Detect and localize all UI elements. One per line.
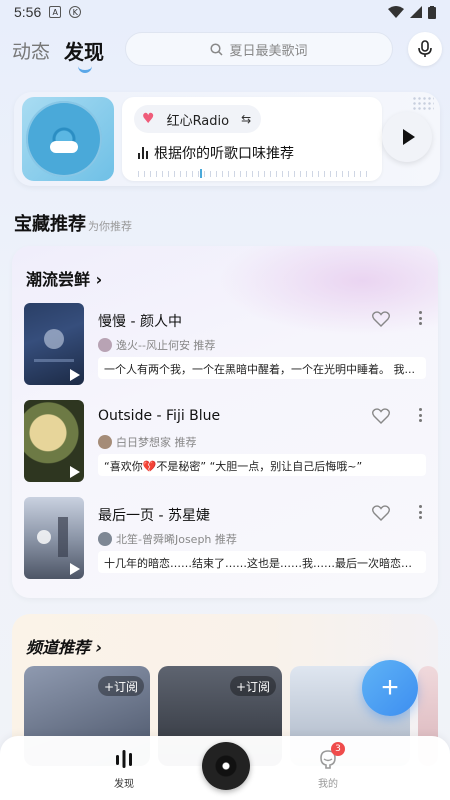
play-icon <box>70 563 80 575</box>
search-icon <box>210 42 224 56</box>
section-title: 宝藏推荐 <box>14 214 86 235</box>
search-input[interactable]: 夏日最美歌词 <box>125 32 393 66</box>
battery-icon <box>428 5 436 19</box>
nav-discover[interactable]: 发现 <box>94 748 154 790</box>
add-fab-button[interactable]: + <box>362 660 418 716</box>
trend-title[interactable]: 潮流尝鲜 › <box>26 266 102 290</box>
more-options-icon[interactable] <box>418 505 422 519</box>
radio-subtitle: 根据你的听歌口味推荐 <box>138 143 294 163</box>
more-options-icon[interactable] <box>418 408 422 422</box>
sound-bars-icon <box>138 147 148 159</box>
radio-info-panel: ♥ 红心Radio ⇆ 根据你的听歌口味推荐 <box>122 97 382 181</box>
status-bar: 5:56 A K <box>0 0 450 24</box>
play-icon <box>70 466 80 478</box>
radio-mode-chip[interactable]: ♥ 红心Radio ⇆ <box>134 105 262 133</box>
chevron-right-icon: › <box>95 270 103 289</box>
song-title: 最后一页 - 苏星婕 <box>98 508 210 524</box>
voice-search-button[interactable] <box>408 32 442 66</box>
chevron-right-icon: › <box>95 638 103 657</box>
recommender: 白日梦想家 推荐 <box>98 434 197 450</box>
nav-discover-label: 发现 <box>114 779 134 790</box>
clock: 5:56 <box>14 4 42 20</box>
song-item[interactable]: 慢慢 - 颜人中 逸火--风止何安 推荐 一个人有两个我，一个在黑暗中醒着，一个… <box>24 303 428 385</box>
discover-icon <box>116 750 132 768</box>
now-playing-vinyl-button[interactable] <box>202 742 250 790</box>
status-icons <box>388 5 436 19</box>
recommender-text: 逸火--风止何安 推荐 <box>116 339 216 352</box>
recommender: 逸火--风止何安 推荐 <box>98 337 215 353</box>
signal-icon <box>410 6 422 18</box>
tab-dynamic[interactable]: 动态 <box>12 37 50 64</box>
dot-pattern <box>412 96 434 112</box>
progress-ticks <box>138 169 368 178</box>
recommender-text: 北笙-曾舜晞Joseph 推荐 <box>116 533 237 546</box>
heart-radio-card[interactable]: ♥ 红心Radio ⇆ 根据你的听歌口味推荐 <box>14 92 440 186</box>
avatar <box>98 435 112 449</box>
radio-chip-label: 红心Radio <box>166 113 230 129</box>
song-cover[interactable] <box>24 303 84 385</box>
app-k-icon: K <box>69 6 82 18</box>
song-title: 慢慢 - 颜人中 <box>98 314 182 330</box>
song-quote: 十几年的暗恋……结束了……这也是……我……最后一次暗恋了…… <box>98 551 426 573</box>
avatar <box>98 532 112 546</box>
avatar <box>98 338 112 352</box>
wifi-icon <box>388 6 404 18</box>
subscribe-button[interactable]: +订阅 <box>97 676 144 696</box>
recommender: 北笙-曾舜晞Joseph 推荐 <box>98 531 237 547</box>
play-icon <box>402 129 415 145</box>
cloud-graphic <box>50 141 78 153</box>
section-subtitle: 为你推荐 <box>88 220 132 233</box>
channel-title[interactable]: 频道推荐 › <box>26 634 102 658</box>
more-options-icon[interactable] <box>418 311 422 325</box>
song-quote: 一个人有两个我，一个在黑暗中醒着，一个在光明中睡着。 我... <box>98 357 426 379</box>
radio-subtitle-text: 根据你的听歌口味推荐 <box>154 146 294 162</box>
song-cover[interactable] <box>24 497 84 579</box>
swap-icon[interactable]: ⇆ <box>241 112 251 126</box>
heart-icon: ♥ <box>142 111 155 127</box>
top-header: 动态 发现 夏日最美歌词 <box>0 28 450 73</box>
radio-play-button[interactable] <box>382 112 432 162</box>
channel-title-text: 频道推荐 <box>26 638 91 657</box>
trend-card: 潮流尝鲜 › 慢慢 - 颜人中 逸火--风止何安 推荐 一个人有两个我，一个在黑… <box>12 246 438 598</box>
app-a-icon: A <box>49 6 62 18</box>
progress-marker <box>200 169 202 178</box>
trend-title-text: 潮流尝鲜 <box>26 270 91 289</box>
play-icon <box>70 369 80 381</box>
notification-badge: 3 <box>331 742 345 756</box>
search-placeholder: 夏日最美歌词 <box>229 43 308 59</box>
like-heart-icon[interactable] <box>372 311 390 327</box>
recommender-text: 白日梦想家 推荐 <box>116 436 197 449</box>
song-title: Outside - Fiji Blue <box>98 408 221 424</box>
like-heart-icon[interactable] <box>372 408 390 424</box>
like-heart-icon[interactable] <box>372 505 390 521</box>
tab-discover[interactable]: 发现 <box>64 36 104 73</box>
song-item[interactable]: Outside - Fiji Blue 白日梦想家 推荐 “喜欢你💔不是秘密” … <box>24 400 428 482</box>
song-item[interactable]: 最后一页 - 苏星婕 北笙-曾舜晞Joseph 推荐 十几年的暗恋……结束了……… <box>24 497 428 579</box>
song-quote: “喜欢你💔不是秘密” “大胆一点，别让自己后悔哦~” <box>98 454 426 476</box>
song-cover[interactable] <box>24 400 84 482</box>
nav-mine[interactable]: 3 我的 <box>298 742 358 790</box>
vinyl-disc-icon <box>26 101 102 177</box>
nav-mine-label: 我的 <box>318 779 338 790</box>
plus-icon: + <box>381 671 399 704</box>
radio-cover <box>22 97 114 181</box>
microphone-icon <box>418 40 432 57</box>
subscribe-button[interactable]: +订阅 <box>229 676 276 696</box>
